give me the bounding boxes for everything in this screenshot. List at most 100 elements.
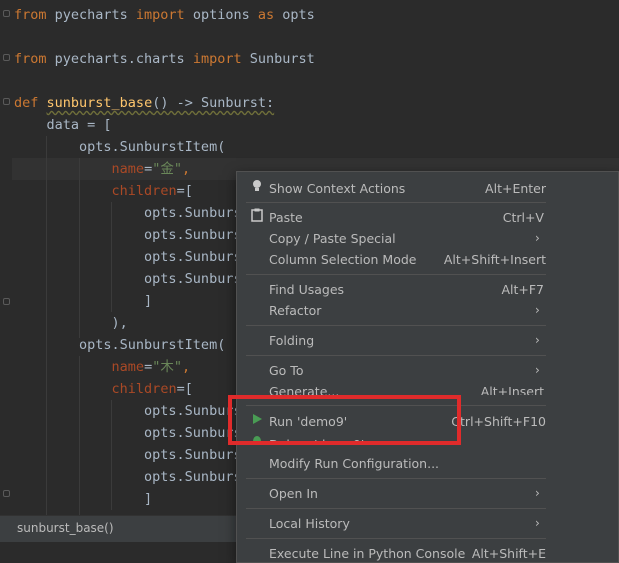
code-line-6[interactable]: data = [ [14, 114, 112, 136]
code-text: =[ [176, 381, 193, 397]
keyword: as [257, 7, 275, 23]
code-line-20[interactable]: opts.Sunburs [14, 422, 242, 444]
highlight-box [228, 395, 461, 445]
menu-item-shortcut: Alt+Shift+E [471, 546, 546, 561]
menu-item-label: Folding [269, 333, 315, 348]
menu-item-modify-run-configuration[interactable]: Modify Run Configuration... [237, 453, 618, 474]
code-text: =[ [176, 183, 193, 199]
chevron-right-icon: › [535, 333, 540, 347]
clipboard-icon [250, 207, 264, 228]
keyword: from [14, 7, 47, 23]
param-name: name [111, 161, 145, 177]
menu-item-copy-paste-special[interactable]: Copy / Paste Special › [237, 228, 618, 249]
chevron-right-icon: › [535, 486, 540, 500]
breadcrumb[interactable]: sunburst_base() [17, 521, 114, 535]
menu-item-paste[interactable]: Paste Ctrl+V [237, 207, 618, 228]
string-literal: "金" [152, 161, 182, 177]
chevron-right-icon: › [535, 303, 540, 317]
code-line-1[interactable]: from pyecharts import options as opts [14, 4, 315, 26]
menu-item-label: Copy / Paste Special [269, 231, 396, 246]
menu-item-shortcut: Alt+Shift+Insert [443, 252, 546, 267]
chevron-right-icon: › [535, 231, 540, 245]
menu-item-label: Paste [269, 210, 303, 225]
module-name: pyecharts.charts [46, 51, 193, 67]
menu-item-label: Go To [269, 363, 304, 378]
menu-item-shortcut: Ctrl+V [502, 210, 544, 225]
code-line-12[interactable]: opts.Sunburs [14, 246, 242, 268]
menu-item-execute-line[interactable]: Execute Line in Python Console Alt+Shift… [237, 543, 618, 562]
keyword: import [135, 7, 185, 23]
chevron-right-icon: › [535, 516, 540, 530]
module-name: pyecharts [46, 7, 136, 23]
menu-item-refactor[interactable]: Refactor › [237, 300, 618, 321]
param-name: children [111, 183, 177, 199]
menu-separator [246, 538, 546, 539]
import-name: options [184, 7, 258, 23]
fold-marker-icon[interactable] [3, 98, 10, 105]
code-line-16[interactable]: opts.SunburstItem( [14, 334, 225, 356]
menu-item-label: Refactor [269, 303, 322, 318]
menu-item-go-to[interactable]: Go To › [237, 360, 618, 381]
code-line-3[interactable]: from pyecharts.charts import Sunburst [14, 48, 315, 70]
menu-separator [246, 508, 546, 509]
menu-item-folding[interactable]: Folding › [237, 330, 618, 351]
code-line-8[interactable]: name="金", [14, 158, 191, 180]
code-line-10[interactable]: opts.Sunburs [14, 202, 242, 224]
code-line-19[interactable]: opts.Sunburs [14, 400, 242, 422]
menu-item-generate[interactable]: Generate... Alt+Insert [237, 381, 618, 395]
menu-item-column-selection-mode[interactable]: Column Selection Mode Alt+Shift+Insert [237, 249, 618, 270]
code-line-17[interactable]: name="木", [14, 356, 191, 378]
fold-marker-icon[interactable] [3, 490, 10, 497]
keyword: from [14, 51, 47, 67]
code-line-9[interactable]: children=[ [14, 180, 193, 202]
menu-separator [246, 202, 546, 203]
menu-separator [246, 478, 546, 479]
fold-marker-icon[interactable] [3, 298, 10, 305]
menu-item-local-history[interactable]: Local History › [237, 513, 618, 534]
menu-item-shortcut: Alt+Enter [485, 181, 546, 196]
fold-marker-icon[interactable] [3, 54, 10, 61]
context-menu: Show Context Actions Alt+Enter Paste Ctr… [236, 171, 619, 563]
code-line-15[interactable]: ), [14, 312, 128, 334]
code-line-11[interactable]: opts.Sunburs [14, 224, 242, 246]
menu-separator [246, 325, 546, 326]
menu-item-find-usages[interactable]: Find Usages Alt+F7 [237, 279, 618, 300]
code-line-22[interactable]: opts.Sunburs [14, 466, 242, 488]
menu-item-shortcut: Alt+Insert [480, 384, 544, 395]
function-signature: () -> Sunburst: [152, 95, 275, 111]
menu-item-label: Open In [269, 486, 318, 501]
code-line-7[interactable]: opts.SunburstItem( [14, 136, 225, 158]
code-line-21[interactable]: opts.Sunburs [14, 444, 242, 466]
menu-item-label: Local History [269, 516, 350, 531]
param-name: name [111, 359, 145, 375]
menu-separator [246, 355, 546, 356]
menu-item-shortcut: Ctrl+Shift+F10 [451, 414, 546, 429]
code-line-13[interactable]: opts.Sunburs [14, 268, 242, 290]
keyword: def [14, 95, 39, 111]
menu-item-label: Column Selection Mode [269, 252, 417, 267]
menu-item-show-context-actions[interactable]: Show Context Actions Alt+Enter [237, 178, 618, 199]
menu-item-open-in[interactable]: Open In › [237, 483, 618, 504]
equals: = [144, 161, 153, 177]
code-line-5[interactable]: def sunburst_base() -> Sunburst: [14, 92, 274, 114]
menu-item-shortcut: Alt+F7 [501, 282, 544, 297]
comma: , [181, 359, 191, 375]
menu-item-label: Modify Run Configuration... [269, 456, 440, 471]
code-line-18[interactable]: children=[ [14, 378, 193, 400]
string-literal: "木" [152, 359, 182, 375]
code-line-14[interactable]: ] [14, 290, 152, 312]
import-alias: opts [274, 7, 315, 23]
menu-separator [246, 274, 546, 275]
menu-item-label: Execute Line in Python Console [269, 546, 466, 561]
code-line-23[interactable]: ] [14, 488, 152, 510]
keyword: import [192, 51, 242, 67]
function-name: sunburst_base [46, 95, 153, 111]
comma: , [181, 161, 191, 177]
import-name: Sunburst [241, 51, 315, 67]
chevron-right-icon: › [535, 363, 540, 377]
menu-item-label: Generate... [269, 384, 340, 395]
fold-marker-icon[interactable] [3, 10, 10, 17]
